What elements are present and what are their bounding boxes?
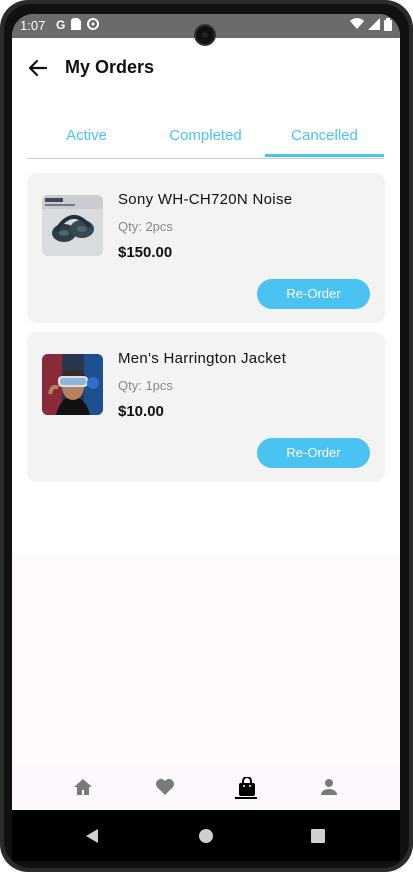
home-circle-icon bbox=[199, 828, 213, 843]
order-card: Sony WH-CH720N Noise Qty: 2pcs $150.00 R… bbox=[27, 173, 385, 323]
product-name: Sony WH-CH720N Noise bbox=[118, 191, 293, 208]
status-left-icons: G bbox=[56, 18, 100, 33]
page-title: My Orders bbox=[65, 57, 155, 77]
arrow-left-icon bbox=[28, 59, 48, 77]
status-time: 1:07 bbox=[20, 18, 46, 33]
order-card: Men's Harrington Jacket Qty: 1pcs $10.00… bbox=[27, 332, 385, 482]
vr-headset-product-image bbox=[42, 354, 103, 415]
product-price: $150.00 bbox=[118, 244, 173, 261]
tab-active[interactable]: Active bbox=[27, 122, 146, 157]
heart-icon bbox=[155, 779, 174, 795]
recents-square-icon bbox=[311, 828, 325, 843]
reorder-button[interactable]: Re-Order bbox=[257, 438, 370, 468]
app-header: My Orders bbox=[12, 54, 400, 82]
tab-cancelled[interactable]: Cancelled bbox=[265, 122, 384, 157]
tab-completed[interactable]: Completed bbox=[146, 122, 265, 157]
reorder-button[interactable]: Re-Order bbox=[257, 279, 370, 309]
person-icon bbox=[320, 779, 337, 795]
product-price: $10.00 bbox=[118, 403, 164, 420]
front-camera bbox=[194, 24, 216, 46]
headphones-product-image bbox=[42, 195, 103, 256]
data-saver-icon bbox=[87, 18, 100, 33]
back-button[interactable] bbox=[26, 54, 50, 82]
product-name: Men's Harrington Jacket bbox=[118, 350, 287, 367]
signal-icon bbox=[368, 18, 380, 34]
empty-area bbox=[12, 554, 400, 764]
google-icon: G bbox=[56, 18, 66, 32]
home-icon bbox=[73, 779, 92, 795]
device-frame: 1:07 G My Orders Active Completed Cancel… bbox=[0, 0, 413, 872]
product-qty: Qty: 2pcs bbox=[118, 219, 173, 234]
product-qty: Qty: 1pcs bbox=[118, 378, 173, 393]
status-right-icons bbox=[350, 18, 392, 34]
order-tabs: Active Completed Cancelled bbox=[27, 122, 384, 159]
bottom-navigation bbox=[12, 764, 400, 810]
system-home-button[interactable] bbox=[176, 810, 236, 861]
sim-card-icon bbox=[71, 18, 82, 33]
system-back-button[interactable] bbox=[62, 810, 122, 861]
nav-profile[interactable] bbox=[280, 764, 377, 810]
screen: 1:07 G My Orders Active Completed Cancel… bbox=[12, 14, 400, 861]
back-triangle-icon bbox=[86, 828, 98, 843]
system-navigation-bar bbox=[12, 810, 400, 861]
active-indicator bbox=[235, 797, 257, 799]
shopping-bag-icon bbox=[238, 777, 255, 796]
wifi-icon bbox=[350, 18, 364, 34]
system-recents-button[interactable] bbox=[288, 810, 348, 861]
battery-icon bbox=[384, 18, 392, 34]
